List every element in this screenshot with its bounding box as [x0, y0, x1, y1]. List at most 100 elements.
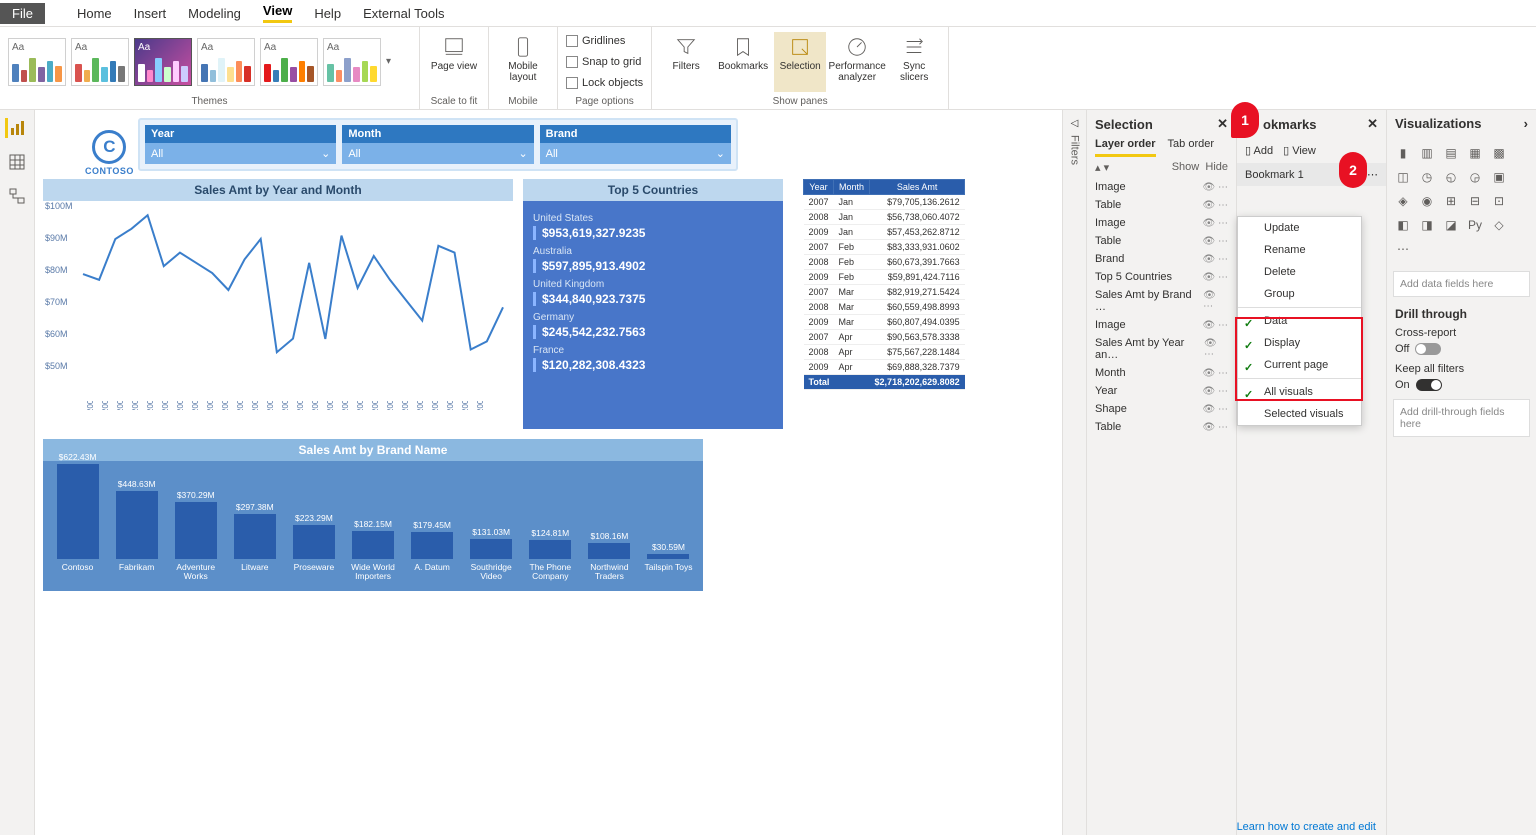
move-up-down[interactable]: ▴ ▾ — [1095, 161, 1109, 174]
menu-update[interactable]: Update — [1238, 217, 1361, 239]
tab-tab-order[interactable]: Tab order — [1168, 138, 1214, 157]
selection-item[interactable]: Sales Amt by Year an…👁 ⋯ — [1087, 334, 1236, 364]
menu-home[interactable]: Home — [77, 6, 112, 21]
model-view-icon[interactable] — [7, 186, 27, 206]
table-row[interactable]: 2008Feb$60,673,391.7663 — [804, 255, 965, 270]
tab-layer-order[interactable]: Layer order — [1095, 138, 1156, 157]
selection-item[interactable]: Year👁 ⋯ — [1087, 382, 1236, 400]
bar[interactable]: $182.15MWide World Importers — [348, 519, 397, 585]
top5-card-visual[interactable]: Top 5 Countries United States$953,619,32… — [523, 179, 783, 429]
mobile-layout-button[interactable]: Mobile layout — [497, 32, 549, 92]
selection-item[interactable]: Image👁 ⋯ — [1087, 316, 1236, 334]
viz-type-icon[interactable]: ◶ — [1465, 167, 1485, 187]
menu-group[interactable]: Group — [1238, 283, 1361, 305]
table-row[interactable]: 2009Apr$69,888,328.7379 — [804, 360, 965, 375]
selection-item[interactable]: Sales Amt by Brand …👁 ⋯ — [1087, 286, 1236, 316]
report-view-icon[interactable] — [5, 118, 25, 138]
themes-more-icon[interactable]: ▾ — [386, 56, 391, 67]
slicer-month[interactable]: Month All⌄ — [342, 125, 533, 164]
theme-thumb-6[interactable]: Aa — [323, 38, 381, 86]
bar[interactable]: $622.43MContoso — [53, 452, 102, 585]
slicer-brand[interactable]: Brand All⌄ — [540, 125, 731, 164]
menu-file[interactable]: File — [0, 3, 45, 24]
bookmark-item[interactable]: Bookmark 1 ⋯ 2 — [1237, 163, 1386, 186]
bar[interactable]: $370.29MAdventure Works — [171, 490, 220, 585]
table-row[interactable]: 2007Feb$83,333,931.0602 — [804, 240, 965, 255]
table-row[interactable]: 2008Jan$56,738,060.4072 — [804, 210, 965, 225]
selection-item[interactable]: Table👁 ⋯ — [1087, 418, 1236, 436]
collapse-icon[interactable]: › — [1524, 116, 1528, 131]
table-row[interactable]: 2009Mar$60,807,494.0395 — [804, 315, 965, 330]
selection-item[interactable]: Image👁 ⋯ — [1087, 214, 1236, 232]
table-row[interactable]: 2009Feb$59,891,424.7116 — [804, 270, 965, 285]
viz-type-icon[interactable]: ▦ — [1465, 143, 1485, 163]
selection-item[interactable]: Shape👁 ⋯ — [1087, 400, 1236, 418]
close-icon[interactable]: ✕ — [1217, 116, 1228, 132]
menu-rename[interactable]: Rename — [1238, 239, 1361, 261]
bookmark-add-button[interactable]: ▯ Add — [1245, 144, 1273, 157]
table-row[interactable]: 2008Mar$60,559,498.8993 — [804, 300, 965, 315]
theme-thumb-4[interactable]: Aa — [197, 38, 255, 86]
menu-display[interactable]: ✓Display — [1238, 332, 1361, 354]
table-row[interactable]: 2009Jan$57,453,262.8712 — [804, 225, 965, 240]
bar[interactable]: $179.45MA. Datum — [408, 520, 457, 585]
selection-item[interactable]: Month👁 ⋯ — [1087, 364, 1236, 382]
viz-type-icon[interactable]: ▥ — [1417, 143, 1437, 163]
viz-type-icon[interactable]: ◨ — [1417, 215, 1437, 235]
bar[interactable]: $30.59MTailspin Toys — [644, 542, 693, 585]
theme-thumb-2[interactable]: Aa — [71, 38, 129, 86]
filters-pane-button[interactable]: Filters — [660, 32, 712, 92]
slicer-year[interactable]: Year All⌄ — [145, 125, 336, 164]
bookmark-view-button[interactable]: ▯ View — [1283, 144, 1316, 157]
footer-link[interactable]: Learn how to create and edit — [1237, 821, 1376, 833]
viz-type-icon[interactable]: Py — [1465, 215, 1485, 235]
drill-fields-well[interactable]: Add drill-through fields here — [1393, 399, 1530, 437]
viz-type-icon[interactable]: ▮ — [1393, 143, 1413, 163]
menu-selected-visuals[interactable]: Selected visuals — [1238, 403, 1361, 425]
bookmarks-pane-button[interactable]: Bookmarks — [717, 32, 769, 92]
bar[interactable]: $448.63MFabrikam — [112, 479, 161, 585]
viz-type-icon[interactable]: ◇ — [1489, 215, 1509, 235]
table-row[interactable]: 2007Apr$90,563,578.3338 — [804, 330, 965, 345]
bar-chart-visual[interactable]: Sales Amt by Brand Name $622.43MContoso$… — [43, 439, 703, 591]
viz-type-icon[interactable]: ◪ — [1441, 215, 1461, 235]
menu-external-tools[interactable]: External Tools — [363, 6, 444, 21]
viz-type-icon[interactable]: ◷ — [1417, 167, 1437, 187]
bar[interactable]: $223.29MProseware — [289, 513, 338, 585]
viz-type-icon[interactable]: ▩ — [1489, 143, 1509, 163]
bar[interactable]: $297.38MLitware — [230, 502, 279, 585]
menu-help[interactable]: Help — [314, 6, 341, 21]
menu-data[interactable]: ✓Data — [1238, 310, 1361, 332]
theme-thumb-1[interactable]: Aa — [8, 38, 66, 86]
viz-type-icon[interactable]: ◈ — [1393, 191, 1413, 211]
lock-checkbox[interactable]: Lock objects — [566, 77, 643, 89]
table-row[interactable]: 2008Apr$75,567,228.1484 — [804, 345, 965, 360]
keep-filters-toggle[interactable] — [1416, 379, 1442, 391]
selection-pane-button[interactable]: Selection — [774, 32, 826, 92]
sync-slicers-button[interactable]: Sync slicers — [888, 32, 940, 92]
menu-view[interactable]: View — [263, 3, 292, 23]
menu-delete[interactable]: Delete — [1238, 261, 1361, 283]
cross-report-toggle[interactable] — [1415, 343, 1441, 355]
viz-type-icon[interactable]: ⊞ — [1441, 191, 1461, 211]
viz-type-icon[interactable]: ◉ — [1417, 191, 1437, 211]
theme-thumb-3[interactable]: Aa — [134, 38, 192, 86]
selection-item[interactable]: Table👁 ⋯ — [1087, 196, 1236, 214]
hide-button[interactable]: Hide — [1205, 161, 1228, 173]
filters-pane-collapsed[interactable]: ◁ Filters — [1062, 110, 1086, 835]
bar[interactable]: $124.81MThe Phone Company — [526, 528, 575, 585]
table-row[interactable]: 2007Mar$82,919,271.5424 — [804, 285, 965, 300]
viz-type-icon[interactable]: ◧ — [1393, 215, 1413, 235]
selection-item[interactable]: Table👁 ⋯ — [1087, 232, 1236, 250]
viz-type-icon[interactable]: ◫ — [1393, 167, 1413, 187]
menu-current-page[interactable]: ✓Current page — [1238, 354, 1361, 376]
snap-checkbox[interactable]: Snap to grid — [566, 56, 641, 68]
menu-insert[interactable]: Insert — [134, 6, 167, 21]
viz-type-icon[interactable]: ⋯ — [1393, 239, 1413, 259]
data-view-icon[interactable] — [7, 152, 27, 172]
selection-item[interactable]: Image👁 ⋯ — [1087, 178, 1236, 196]
bar[interactable]: $131.03MSouthridge Video — [467, 527, 516, 585]
theme-thumb-5[interactable]: Aa — [260, 38, 318, 86]
bar[interactable]: $108.16MNorthwind Traders — [585, 531, 634, 586]
line-chart-visual[interactable]: Sales Amt by Year and Month $100M$90M$80… — [43, 179, 513, 429]
